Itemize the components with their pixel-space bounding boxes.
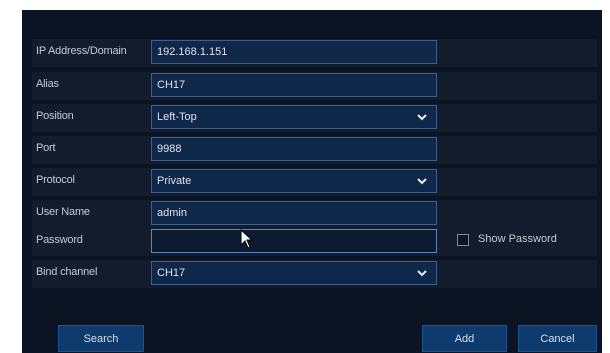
- cancel-button[interactable]: Cancel: [518, 325, 597, 352]
- username-label: User Name: [36, 206, 90, 218]
- password-row: Password Show Password: [32, 228, 597, 256]
- ip-address-row: IP Address/Domain 192.168.1.151: [32, 39, 597, 67]
- chevron-down-icon: [417, 114, 427, 121]
- port-field[interactable]: 9988: [151, 137, 437, 161]
- bind-channel-select[interactable]: CH17: [151, 261, 437, 285]
- ip-address-label: IP Address/Domain: [36, 45, 127, 57]
- add-camera-dialog: IP Address/Domain 192.168.1.151 Alias CH…: [22, 10, 602, 353]
- protocol-row: Protocol Private: [32, 168, 597, 196]
- bind-channel-label: Bind channel: [36, 266, 98, 278]
- bind-channel-row: Bind channel CH17: [32, 260, 597, 288]
- ip-address-field[interactable]: 192.168.1.151: [151, 40, 437, 64]
- password-label: Password: [36, 234, 83, 246]
- chevron-down-icon: [417, 178, 427, 185]
- chevron-down-icon: [417, 270, 427, 277]
- protocol-value: Private: [157, 175, 192, 187]
- port-value: 9988: [157, 143, 182, 155]
- protocol-label: Protocol: [36, 174, 75, 186]
- position-row: Position Left-Top: [32, 104, 597, 132]
- port-row: Port 9988: [32, 136, 597, 164]
- port-label: Port: [36, 142, 56, 154]
- username-value: admin: [157, 207, 187, 219]
- mouse-pointer-icon: [240, 229, 254, 249]
- alias-field[interactable]: CH17: [151, 73, 437, 97]
- show-password-label: Show Password: [478, 233, 557, 245]
- checkbox-icon[interactable]: [457, 234, 469, 246]
- protocol-select[interactable]: Private: [151, 169, 437, 193]
- bind-channel-value: CH17: [157, 267, 186, 279]
- alias-value: CH17: [157, 79, 186, 91]
- position-value: Left-Top: [157, 111, 197, 123]
- password-field[interactable]: [151, 229, 437, 253]
- username-field[interactable]: admin: [151, 201, 437, 225]
- username-row: User Name admin: [32, 200, 597, 228]
- ip-address-value: 192.168.1.151: [157, 46, 228, 58]
- add-button[interactable]: Add: [422, 325, 507, 352]
- search-button[interactable]: Search: [58, 325, 144, 352]
- alias-label: Alias: [36, 78, 59, 90]
- position-label: Position: [36, 110, 74, 122]
- position-select[interactable]: Left-Top: [151, 105, 437, 129]
- alias-row: Alias CH17: [32, 72, 597, 100]
